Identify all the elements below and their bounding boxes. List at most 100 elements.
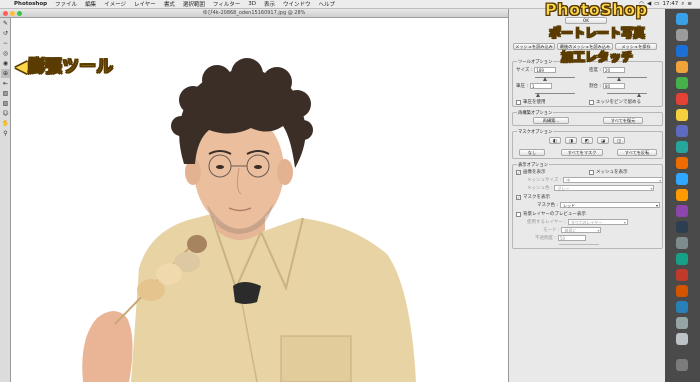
opacity-label: 不透明度 : (535, 236, 556, 241)
view-options-title: 表示オプション (517, 162, 550, 168)
hand-icon[interactable]: ✋ (1, 119, 10, 128)
show-mask-checkbox[interactable]: ✓ (516, 194, 521, 200)
menu-edit[interactable]: 編集 (81, 0, 100, 8)
mask-all-button[interactable]: すべてをマスク (561, 149, 603, 156)
view-options-group: 表示オプション ✓ 画像を表示 メッシュを表示 メッシュサイズ : 中 メッシュ… (512, 162, 664, 249)
documents-icon[interactable] (676, 333, 688, 345)
menu-app[interactable]: Photoshop (10, 1, 51, 7)
search-icon[interactable]: ⌕ (681, 1, 684, 8)
zoom-tool-icon[interactable]: ⚲ (1, 129, 10, 138)
opacity-slider[interactable] (559, 244, 599, 245)
thaw-mask-icon[interactable]: ▧ (1, 99, 10, 108)
density-field[interactable]: 20 (602, 67, 625, 73)
launchpad-icon[interactable] (676, 29, 688, 41)
opacity-field[interactable]: 50 (557, 235, 586, 241)
invert-all-button[interactable]: すべてを反転 (617, 149, 657, 156)
show-image-checkbox[interactable]: ✓ (516, 169, 521, 175)
pressure-field[interactable]: 1 (529, 83, 552, 89)
replace-selection-icon[interactable]: ◧ (549, 137, 561, 144)
illustrator-icon[interactable] (676, 189, 688, 201)
photoshop-icon[interactable] (676, 173, 688, 185)
mail-icon[interactable] (676, 61, 688, 73)
show-backdrop-checkbox[interactable] (516, 211, 521, 217)
mesh-color-select[interactable]: グレー (554, 185, 655, 191)
battery-icon[interactable]: ▭ (654, 1, 659, 7)
restore-all-button[interactable]: すべてを復元 (603, 117, 643, 124)
reconstruct-button[interactable]: 再構築... (533, 117, 569, 124)
push-left-icon[interactable]: ⇤ (1, 79, 10, 88)
tool-callout-label: ◀膨張ツール (15, 52, 114, 78)
size-slider[interactable] (535, 77, 575, 78)
pressure-slider[interactable] (535, 93, 575, 94)
mesh-size-select[interactable]: 中 (563, 177, 664, 183)
invert-selection-icon[interactable]: ◫ (613, 137, 625, 144)
mask-none-button[interactable]: なし (519, 149, 545, 156)
tool-options-group: ツールオプション サイズ : 189 密度 : 20 筆圧 : 1 割合 : 8… (512, 59, 663, 107)
menu-3d[interactable]: 3D (244, 1, 260, 7)
menu-image[interactable]: イメージ (100, 0, 130, 8)
zoom-icon[interactable] (17, 11, 22, 16)
pucker-icon[interactable]: ◉ (1, 59, 10, 68)
itunes-icon[interactable] (676, 125, 688, 137)
load-mesh-button[interactable]: メッシュを読み込み (513, 43, 555, 50)
liquify-panel: OK メッシュを読み込み 最後のメッシュを読み込み メッシュを保存 ツールオプシ… (508, 0, 665, 382)
pin-edges-label: エッジをピンで留める (596, 100, 641, 105)
use-layer-select[interactable]: すべてのレイヤー (567, 219, 628, 225)
messages-icon[interactable] (676, 77, 688, 89)
size-field[interactable]: 189 (534, 67, 557, 73)
mask-color-label: マスク色 : (537, 203, 558, 208)
mask-color-select[interactable]: レッド (559, 202, 660, 208)
mesh-size-label: メッシュサイズ : (527, 178, 562, 183)
show-mesh-checkbox[interactable] (589, 169, 594, 175)
photos-icon[interactable] (676, 157, 688, 169)
smooth-icon[interactable]: ∼ (1, 39, 10, 48)
mode-select[interactable]: 前面に (561, 227, 602, 233)
twirl-icon[interactable]: ◎ (1, 49, 10, 58)
mask-options-group: マスクオプション ◧ ◨ ◩ ◪ ◫ なし すべてをマスク すべてを反転 (512, 129, 663, 159)
intersect-selection-icon[interactable]: ◪ (597, 137, 609, 144)
menu-select[interactable]: 選択範囲 (179, 0, 209, 8)
minimize-icon[interactable] (10, 11, 15, 16)
safari-icon[interactable] (676, 45, 688, 57)
rate-slider[interactable] (607, 93, 647, 94)
menu-layer[interactable]: レイヤー (130, 0, 160, 8)
terminal-icon[interactable] (676, 221, 688, 233)
menu-help[interactable]: ヘルプ (315, 0, 340, 8)
finder-icon[interactable] (676, 13, 688, 25)
pin-edges-checkbox[interactable] (589, 99, 594, 105)
premiere-icon[interactable] (676, 205, 688, 217)
menu-view[interactable]: 表示 (260, 0, 279, 8)
clock[interactable]: 17:47 (662, 1, 678, 7)
rate-field[interactable]: 80 (602, 83, 625, 89)
subtract-selection-icon[interactable]: ◩ (581, 137, 593, 144)
face-tool-icon[interactable]: ☺ (1, 109, 10, 118)
stylus-checkbox[interactable] (516, 99, 521, 105)
show-mesh-label: メッシュを表示 (596, 170, 628, 175)
chrome-icon[interactable] (676, 269, 688, 281)
preferences-icon[interactable] (676, 237, 688, 249)
notes-icon[interactable] (676, 109, 688, 121)
menu-filter[interactable]: フィルター (209, 0, 244, 8)
status-area: ◠ ◀ ▭ 17:47 ⌕ ≡ (639, 1, 700, 8)
downloads-icon[interactable] (676, 317, 688, 329)
freeze-mask-icon[interactable]: ▨ (1, 89, 10, 98)
trash-icon[interactable] (676, 359, 688, 371)
dropbox-icon[interactable] (676, 301, 688, 313)
pressure-label: 筆圧 : (516, 84, 528, 89)
density-slider[interactable] (607, 77, 647, 78)
close-icon[interactable] (3, 11, 8, 16)
bloat-icon[interactable]: ⊕ (1, 69, 10, 78)
notification-icon[interactable]: ≡ (687, 1, 692, 7)
maps-icon[interactable] (676, 141, 688, 153)
menu-type[interactable]: 書式 (160, 0, 179, 8)
menu-window[interactable]: ウインドウ (279, 0, 315, 8)
add-to-selection-icon[interactable]: ◨ (565, 137, 577, 144)
calendar-icon[interactable] (676, 93, 688, 105)
menu-file[interactable]: ファイル (51, 0, 81, 8)
firefox-icon[interactable] (676, 285, 688, 297)
image-canvas[interactable]: ◀膨張ツール (11, 18, 508, 382)
reconstruct-icon[interactable]: ↺ (1, 29, 10, 38)
app-store-icon[interactable] (676, 253, 688, 265)
size-label: サイズ : (516, 68, 533, 73)
forward-warp-icon[interactable]: ✎ (1, 19, 10, 28)
